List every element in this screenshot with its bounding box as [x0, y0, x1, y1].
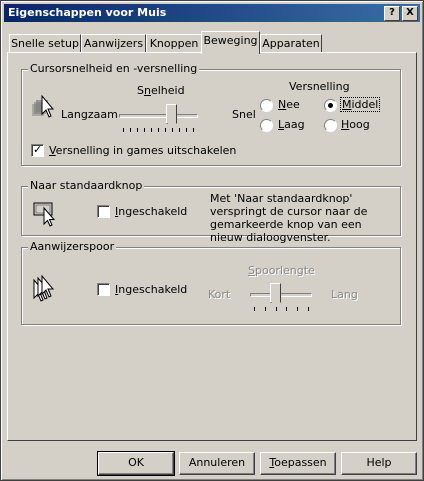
acceleration-label: Versnelling	[289, 80, 350, 93]
slider-tick	[144, 128, 145, 132]
trail-length-label: Spoorlengte	[248, 264, 315, 277]
slider-tick	[137, 128, 138, 132]
trail-slider-thumb[interactable]	[270, 283, 281, 307]
snap-to-button-icon	[33, 202, 56, 227]
slider-tick	[158, 128, 159, 132]
trail-slider-ticks	[254, 307, 309, 311]
speed-slider-ticks	[123, 128, 194, 132]
speed-slider-thumb[interactable]	[165, 104, 177, 128]
slider-tick	[165, 128, 166, 132]
pointer-trail-icon	[33, 274, 55, 302]
slider-tick	[308, 307, 309, 311]
trail-short-label: Kort	[208, 288, 231, 301]
accel-option-hoog[interactable]: Hoog	[341, 118, 370, 131]
accel-radio-hoog[interactable]	[324, 119, 337, 132]
accel-option-laag[interactable]: Laag	[278, 118, 305, 131]
tab-apparaten[interactable]: Apparaten	[260, 34, 322, 53]
speed-label: Snelheid	[137, 84, 185, 97]
accel-option-nee[interactable]: Nee	[278, 98, 300, 111]
snap-checkbox[interactable]	[97, 205, 110, 218]
fast-label: Snel	[232, 108, 256, 121]
mouse-properties-window: Eigenschappen voor Muis ? X Snelle setup…	[0, 0, 424, 481]
speed-group: Cursorsnelheid en -versnelling Langzaam …	[21, 62, 401, 166]
help-title-button[interactable]: ?	[384, 6, 400, 21]
snap-checkbox-label[interactable]: Ingeschakeld	[115, 205, 187, 218]
trail-long-label: Lang	[331, 288, 358, 301]
ok-button[interactable]: OK	[97, 451, 175, 476]
trail-checkbox-label[interactable]: Ingeschakeld	[115, 283, 187, 296]
games-accel-checkbox[interactable]: ✓	[31, 143, 44, 157]
tab-aanwijzers[interactable]: Aanwijzers	[81, 34, 146, 53]
snap-description: Met 'Naar standaardknop' verspringt de c…	[210, 192, 368, 244]
slider-tick	[130, 128, 131, 132]
snap-group-title: Naar standaardknop	[28, 179, 145, 192]
slider-tick	[264, 307, 266, 311]
window-title: Eigenschappen voor Muis	[8, 6, 167, 19]
tab-panel-beweging: Cursorsnelheid en -versnelling Langzaam …	[7, 52, 417, 441]
slider-tick	[297, 307, 299, 311]
speed-group-title: Cursorsnelheid en -versnelling	[28, 62, 200, 75]
slider-tick	[179, 128, 180, 132]
close-button[interactable]: X	[402, 6, 418, 21]
tab-strip: Snelle setup Aanwijzers Knoppen Beweging…	[7, 31, 419, 54]
speed-slider-track[interactable]	[119, 114, 198, 118]
tab-knoppen[interactable]: Knoppen	[146, 34, 202, 53]
snap-to-default-group: Naar standaardknop Ingeschakeld Met 'Naa…	[21, 179, 401, 244]
checkmark-icon: ✓	[33, 143, 43, 156]
cancel-button[interactable]: Annuleren	[179, 452, 255, 475]
radio-selected-dot	[328, 103, 333, 108]
apply-button[interactable]: Toepassen	[260, 452, 336, 475]
help-button[interactable]: Help	[341, 452, 417, 475]
slider-tick	[123, 128, 124, 132]
title-bar: Eigenschappen voor Muis ? X	[4, 4, 420, 22]
slow-label: Langzaam	[61, 108, 118, 121]
trail-group-title: Aanwijzerspoor	[28, 240, 117, 253]
slider-tick	[186, 128, 187, 132]
accel-radio-laag[interactable]	[260, 119, 273, 132]
slider-tick	[193, 128, 194, 132]
trail-slider-track[interactable]	[250, 293, 312, 297]
games-accel-label[interactable]: Versnelling in games uitschakelen	[49, 144, 236, 157]
accel-radio-middel[interactable]	[324, 99, 337, 112]
pointer-trail-group: Aanwijzerspoor Ingeschakeld Spoorlengte …	[21, 240, 401, 325]
slider-tick	[151, 128, 152, 132]
accel-option-middel[interactable]: Middel	[340, 97, 381, 112]
tab-beweging[interactable]: Beweging	[201, 31, 260, 54]
slider-tick	[275, 307, 277, 311]
slider-tick	[172, 128, 173, 132]
trail-checkbox[interactable]	[97, 283, 110, 296]
slider-tick	[286, 307, 288, 311]
slider-tick	[254, 307, 255, 311]
accel-radio-nee[interactable]	[260, 99, 273, 112]
tab-snelle-setup[interactable]: Snelle setup	[9, 34, 81, 53]
mouse-speed-icon	[32, 94, 55, 118]
